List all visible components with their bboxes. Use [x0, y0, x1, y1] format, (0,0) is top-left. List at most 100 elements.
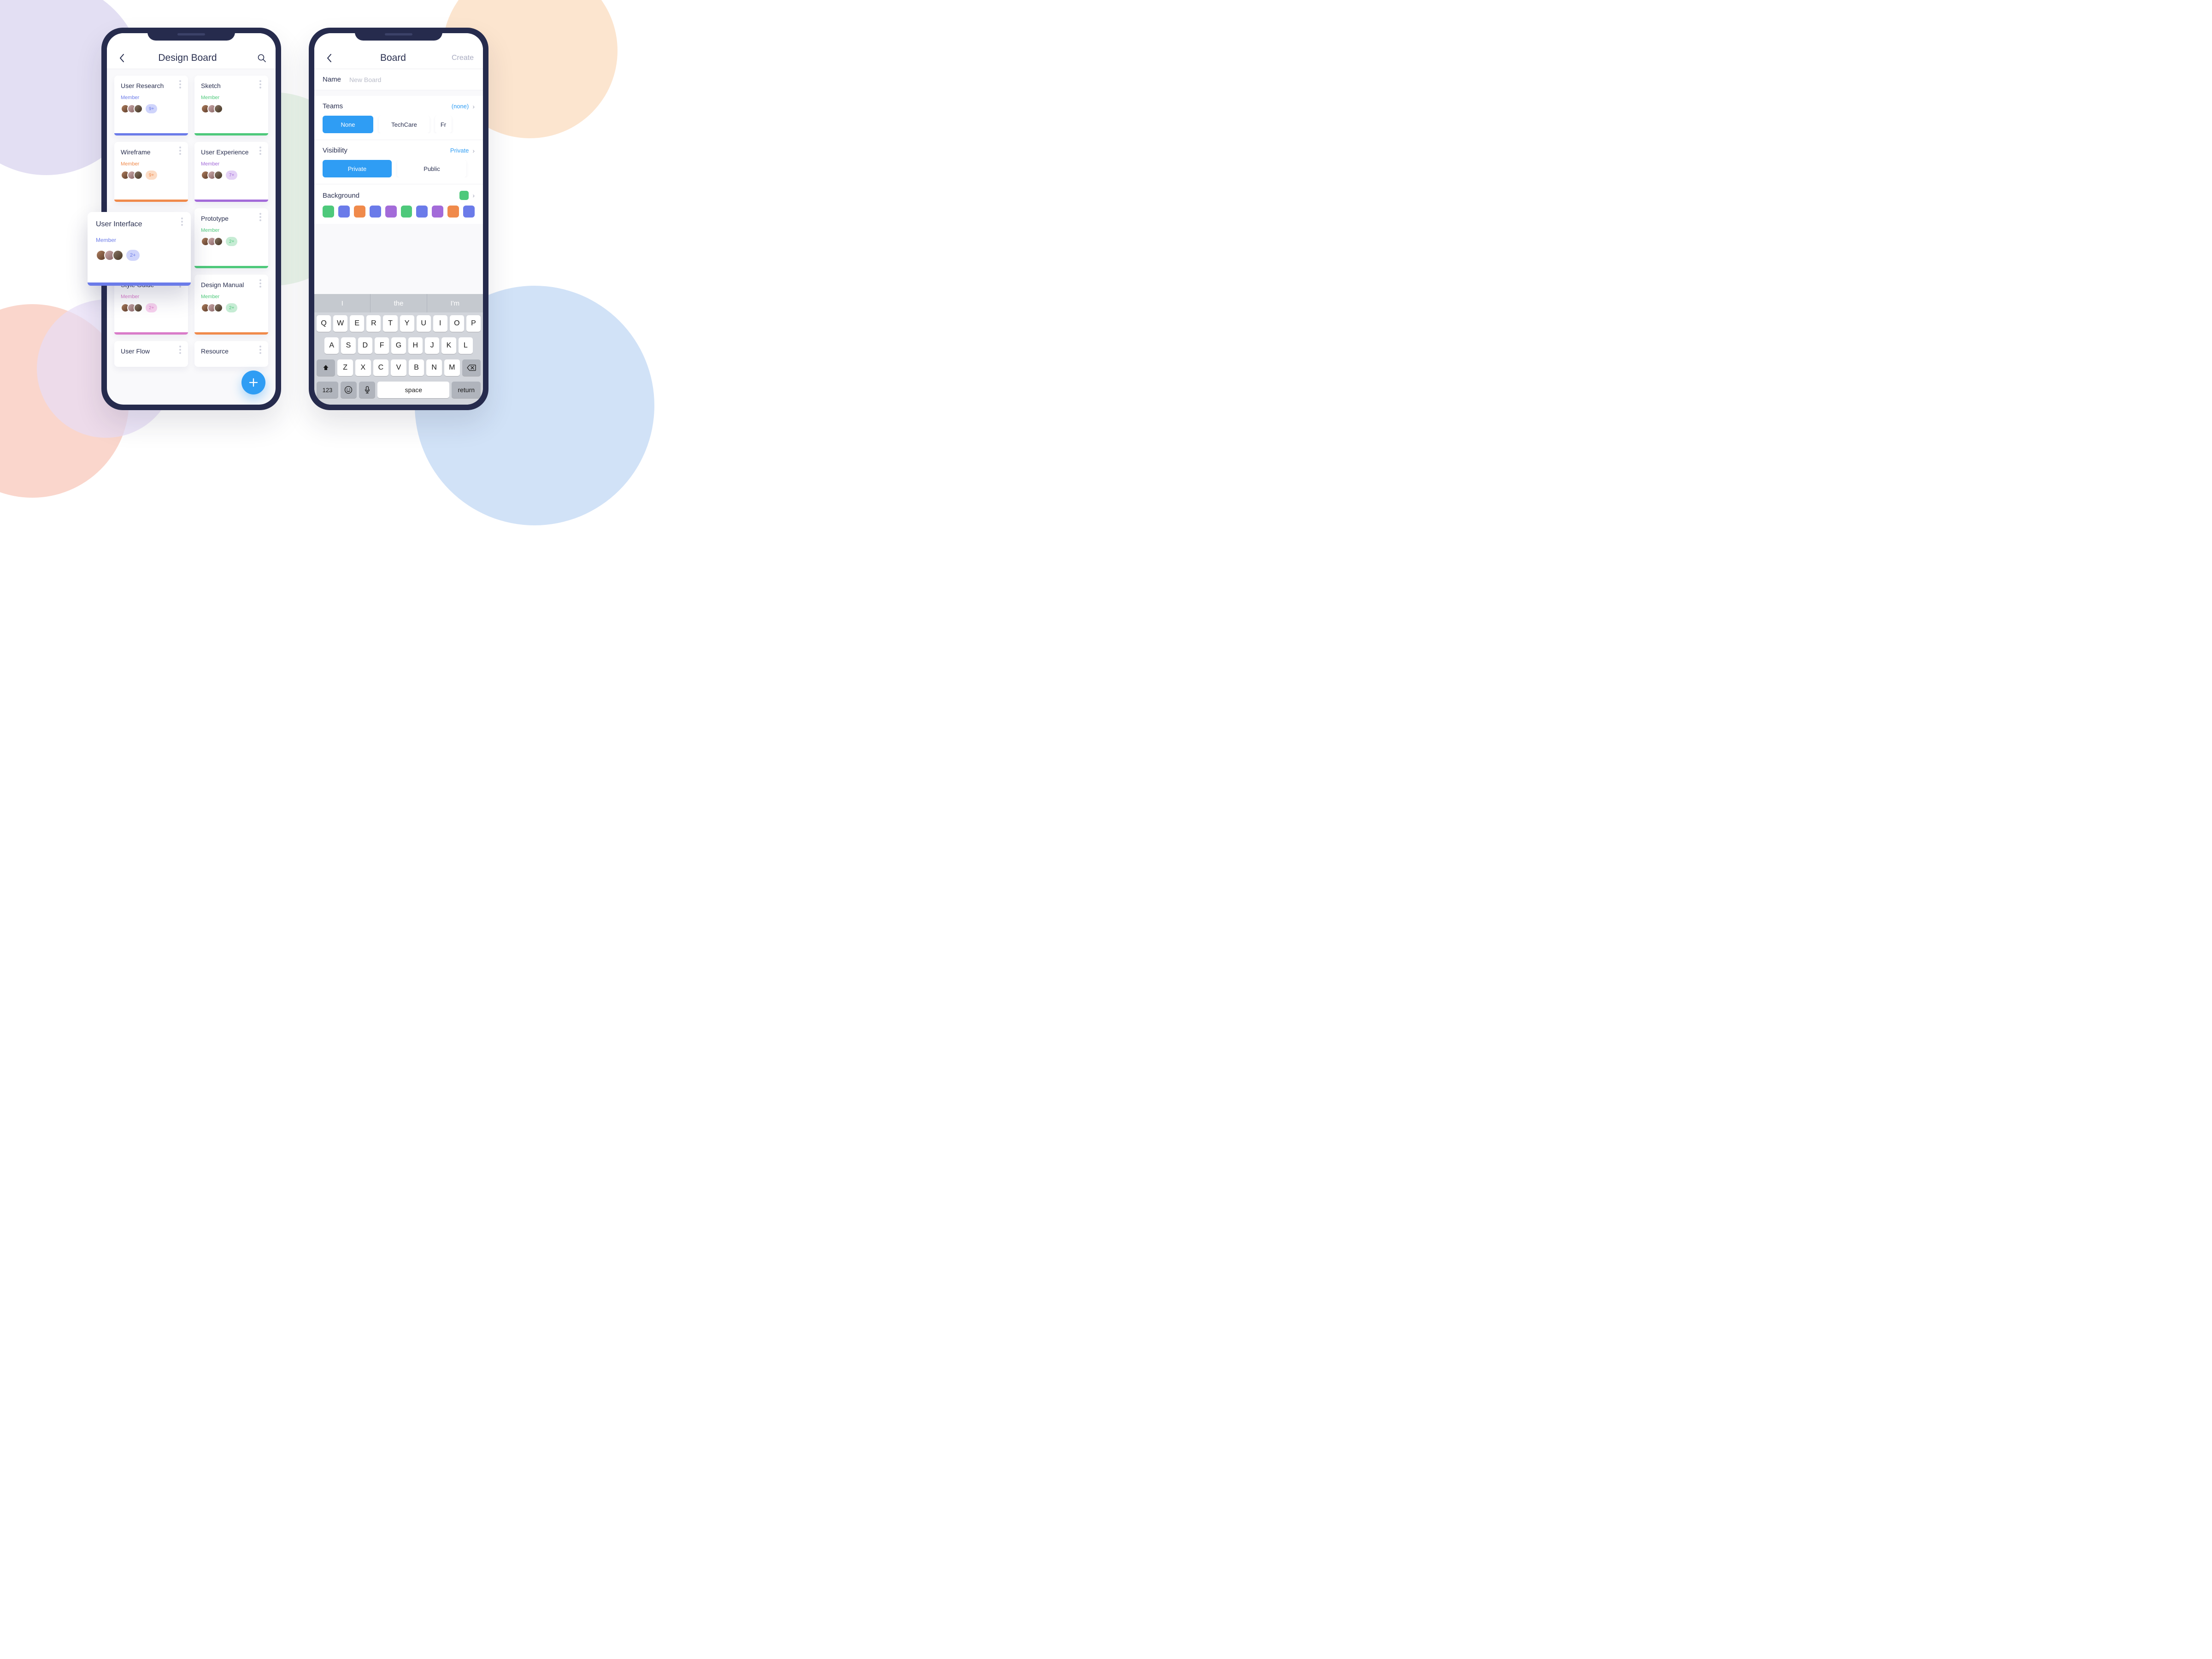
key-numbers[interactable]: 123: [317, 382, 338, 398]
key[interactable]: W: [333, 315, 347, 332]
card-menu-button[interactable]: [257, 279, 264, 288]
key[interactable]: N: [426, 359, 442, 376]
key[interactable]: Z: [337, 359, 353, 376]
name-label: Name: [323, 76, 341, 83]
visibility-chip[interactable]: Public: [397, 160, 466, 177]
key[interactable]: J: [425, 337, 439, 354]
member-label: Member: [96, 237, 182, 243]
team-chip[interactable]: None: [323, 116, 373, 133]
avatar: [214, 104, 223, 113]
card-menu-button[interactable]: [177, 80, 183, 88]
color-swatch[interactable]: [338, 206, 350, 218]
color-swatch[interactable]: [354, 206, 365, 218]
member-label: Member: [201, 294, 262, 300]
key[interactable]: A: [324, 337, 339, 354]
team-chips: None TechCare Fr: [323, 116, 475, 133]
key[interactable]: P: [466, 315, 481, 332]
key-backspace[interactable]: [462, 359, 481, 376]
name-input[interactable]: New Board: [349, 76, 381, 83]
board-card[interactable]: User Research Member 9+: [114, 76, 188, 135]
board-card[interactable]: User Experience Member 7+: [194, 142, 268, 202]
chevron-right-icon: ›: [472, 103, 475, 110]
key-return[interactable]: return: [452, 382, 481, 398]
key[interactable]: I: [433, 315, 447, 332]
selected-color-swatch: [459, 191, 469, 200]
board-card[interactable]: Wireframe Member 9+: [114, 142, 188, 202]
key[interactable]: T: [383, 315, 397, 332]
color-swatch[interactable]: [323, 206, 334, 218]
shift-icon: [322, 364, 329, 371]
color-swatch[interactable]: [401, 206, 412, 218]
key[interactable]: E: [350, 315, 364, 332]
board-card[interactable]: User Flow: [114, 341, 188, 367]
phone-design-board: Design Board User Research Member 9+ Ske…: [101, 28, 281, 410]
back-button[interactable]: [324, 53, 335, 64]
board-card[interactable]: Design Manual Member 2+: [194, 275, 268, 335]
key[interactable]: Q: [317, 315, 331, 332]
background-value-link[interactable]: ›: [459, 191, 475, 200]
color-swatch[interactable]: [432, 206, 443, 218]
board-card[interactable]: Prototype Member 2+: [194, 208, 268, 268]
add-board-fab[interactable]: [241, 371, 265, 394]
card-menu-button[interactable]: [257, 346, 264, 354]
key[interactable]: M: [444, 359, 460, 376]
key[interactable]: X: [355, 359, 371, 376]
key[interactable]: K: [441, 337, 456, 354]
key[interactable]: C: [373, 359, 389, 376]
suggestion[interactable]: I: [314, 294, 371, 312]
board-card-user-interface-floating[interactable]: User Interface Member 2+: [88, 212, 191, 286]
member-avatars: 2+: [96, 250, 182, 261]
suggestion[interactable]: the: [371, 294, 427, 312]
keyboard-suggestions: I the I'm: [314, 294, 483, 312]
team-chip[interactable]: Fr: [435, 116, 452, 133]
team-chip[interactable]: TechCare: [379, 116, 429, 133]
visibility-value-link[interactable]: Private›: [450, 147, 475, 154]
board-card[interactable]: Resource: [194, 341, 268, 367]
card-menu-button[interactable]: [257, 147, 264, 155]
color-swatch[interactable]: [447, 206, 459, 218]
card-menu-button[interactable]: [257, 80, 264, 88]
color-swatch[interactable]: [416, 206, 428, 218]
card-title: Prototype: [201, 215, 262, 222]
key[interactable]: R: [366, 315, 381, 332]
color-swatch[interactable]: [463, 206, 475, 218]
card-menu-button[interactable]: [257, 213, 264, 221]
suggestion[interactable]: I'm: [427, 294, 483, 312]
key[interactable]: S: [341, 337, 355, 354]
board-card[interactable]: Sketch Member: [194, 76, 268, 135]
member-count-badge: 9+: [146, 171, 157, 180]
search-button[interactable]: [248, 53, 266, 63]
key-space[interactable]: space: [377, 382, 449, 398]
card-title: User Experience: [201, 148, 262, 156]
back-button[interactable]: [116, 53, 127, 64]
key[interactable]: F: [375, 337, 389, 354]
key[interactable]: H: [408, 337, 423, 354]
key[interactable]: Y: [400, 315, 414, 332]
key[interactable]: D: [358, 337, 372, 354]
page-title: Board: [339, 53, 447, 64]
key[interactable]: L: [459, 337, 473, 354]
create-button[interactable]: Create: [452, 54, 474, 62]
card-menu-button[interactable]: [179, 218, 185, 226]
teams-label: Teams: [323, 102, 343, 110]
avatar: [214, 237, 223, 246]
chevron-left-icon: [326, 53, 332, 63]
emoji-icon: [344, 386, 353, 394]
card-menu-button[interactable]: [177, 147, 183, 155]
plus-icon: [248, 377, 259, 388]
key[interactable]: O: [450, 315, 464, 332]
key[interactable]: G: [391, 337, 406, 354]
key-emoji[interactable]: [341, 382, 357, 398]
color-swatch[interactable]: [370, 206, 381, 218]
key-dictation[interactable]: [359, 382, 375, 398]
key-shift[interactable]: [317, 359, 335, 376]
key[interactable]: B: [409, 359, 424, 376]
chevron-right-icon: ›: [472, 192, 475, 199]
phone-notch: [355, 28, 442, 41]
card-menu-button[interactable]: [177, 346, 183, 354]
color-swatch[interactable]: [385, 206, 397, 218]
teams-value-link[interactable]: (none)›: [452, 103, 475, 110]
key[interactable]: V: [391, 359, 406, 376]
key[interactable]: U: [417, 315, 431, 332]
visibility-chip[interactable]: Private: [323, 160, 392, 177]
